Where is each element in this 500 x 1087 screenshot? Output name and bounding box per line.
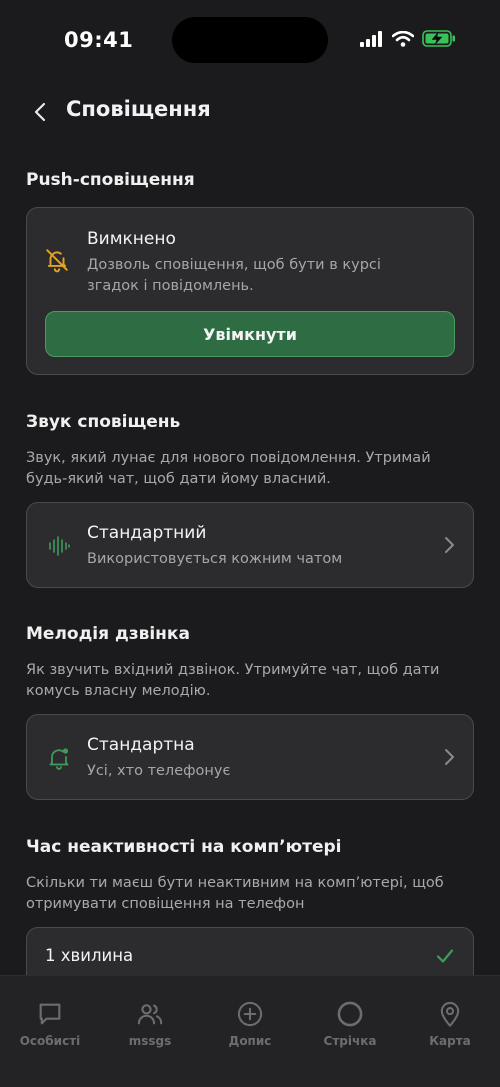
ringtone-item-sub: Усі, хто телефонує: [87, 763, 231, 779]
chat-bubble-icon: [39, 1003, 61, 1025]
tab-label: mssgs: [128, 1034, 172, 1048]
push-status-title: Вимкнено: [87, 229, 176, 249]
inactivity-option-label: 1 хвилина: [45, 946, 134, 965]
status-icons: [360, 30, 456, 47]
chevron-right-icon: [445, 749, 454, 765]
enable-notifications-button[interactable]: Увімкнути: [45, 311, 455, 357]
ringtone-item-title: Стандартна: [87, 735, 195, 755]
push-section-title: Push-сповіщення: [26, 170, 195, 190]
push-status-desc-line1: Дозволь сповіщення, щоб бути в курсі: [87, 257, 381, 273]
push-status-card: Вимкнено Дозволь сповіщення, щоб бути в …: [26, 207, 474, 375]
header: Сповіщення: [0, 92, 500, 132]
ringtone-section-title: Мелодія дзвінка: [26, 624, 190, 644]
tab-label: Стрічка: [323, 1034, 377, 1048]
sound-desc-line1: Звук, який лунає для нового повідомлення…: [26, 450, 431, 466]
back-button[interactable]: [26, 96, 54, 128]
tab-label: Особисті: [19, 1034, 81, 1048]
inactivity-desc-line2: отримувати сповіщення на телефон: [26, 896, 305, 912]
ringtone-desc-line1: Як звучить вхідний дзвінок. Утримуйте ча…: [26, 662, 440, 678]
sound-wave-icon: [45, 532, 73, 560]
circle-icon: [337, 1001, 363, 1027]
inactivity-section-title: Час неактивності на комп’ютері: [26, 837, 342, 857]
status-bar: 09:41: [0, 0, 500, 80]
tab-post[interactable]: Допис: [205, 1000, 295, 1048]
sound-section-title: Звук сповіщень: [26, 412, 181, 432]
sound-item-title: Стандартний: [87, 523, 207, 543]
push-status-desc-line2: згадок і повідомлень.: [87, 278, 254, 294]
bell-off-icon: [43, 246, 71, 274]
tab-bar: Особисті mssgs Допис Стрічка Карта: [0, 975, 500, 1087]
inactivity-desc-line1: Скільки ти маєш бути неактивним на комп’…: [26, 875, 444, 891]
wifi-icon: [392, 30, 414, 47]
ringtone-desc-line2: комусь власну мелодію.: [26, 683, 211, 699]
dynamic-island: [172, 17, 328, 63]
plus-circle-icon: [237, 1001, 263, 1027]
people-icon: [137, 1004, 163, 1025]
bell-ring-icon: [45, 744, 73, 772]
ringtone-item[interactable]: Стандартна Усі, хто телефонує: [26, 714, 474, 800]
page-title: Сповіщення: [66, 97, 211, 121]
tab-label: Карта: [429, 1034, 471, 1048]
sound-desc-line2: будь-який чат, щоб дати йому власний.: [26, 471, 331, 487]
tab-map[interactable]: Карта: [405, 1000, 495, 1048]
battery-charging-icon: [422, 30, 455, 47]
tab-personal[interactable]: Особисті: [5, 1000, 95, 1048]
chevron-left-icon: [34, 102, 46, 122]
map-pin-icon: [440, 1001, 460, 1027]
signal-icon: [360, 30, 382, 47]
checkmark-icon: [436, 949, 454, 963]
tab-feed[interactable]: Стрічка: [305, 1000, 395, 1048]
tab-label: Допис: [228, 1034, 272, 1048]
status-time: 09:41: [64, 28, 134, 52]
tab-mssgs[interactable]: mssgs: [105, 1000, 195, 1048]
sound-item-sub: Використовується кожним чатом: [87, 551, 343, 567]
chevron-right-icon: [445, 537, 454, 553]
notification-sound-item[interactable]: Стандартний Використовується кожним чато…: [26, 502, 474, 588]
